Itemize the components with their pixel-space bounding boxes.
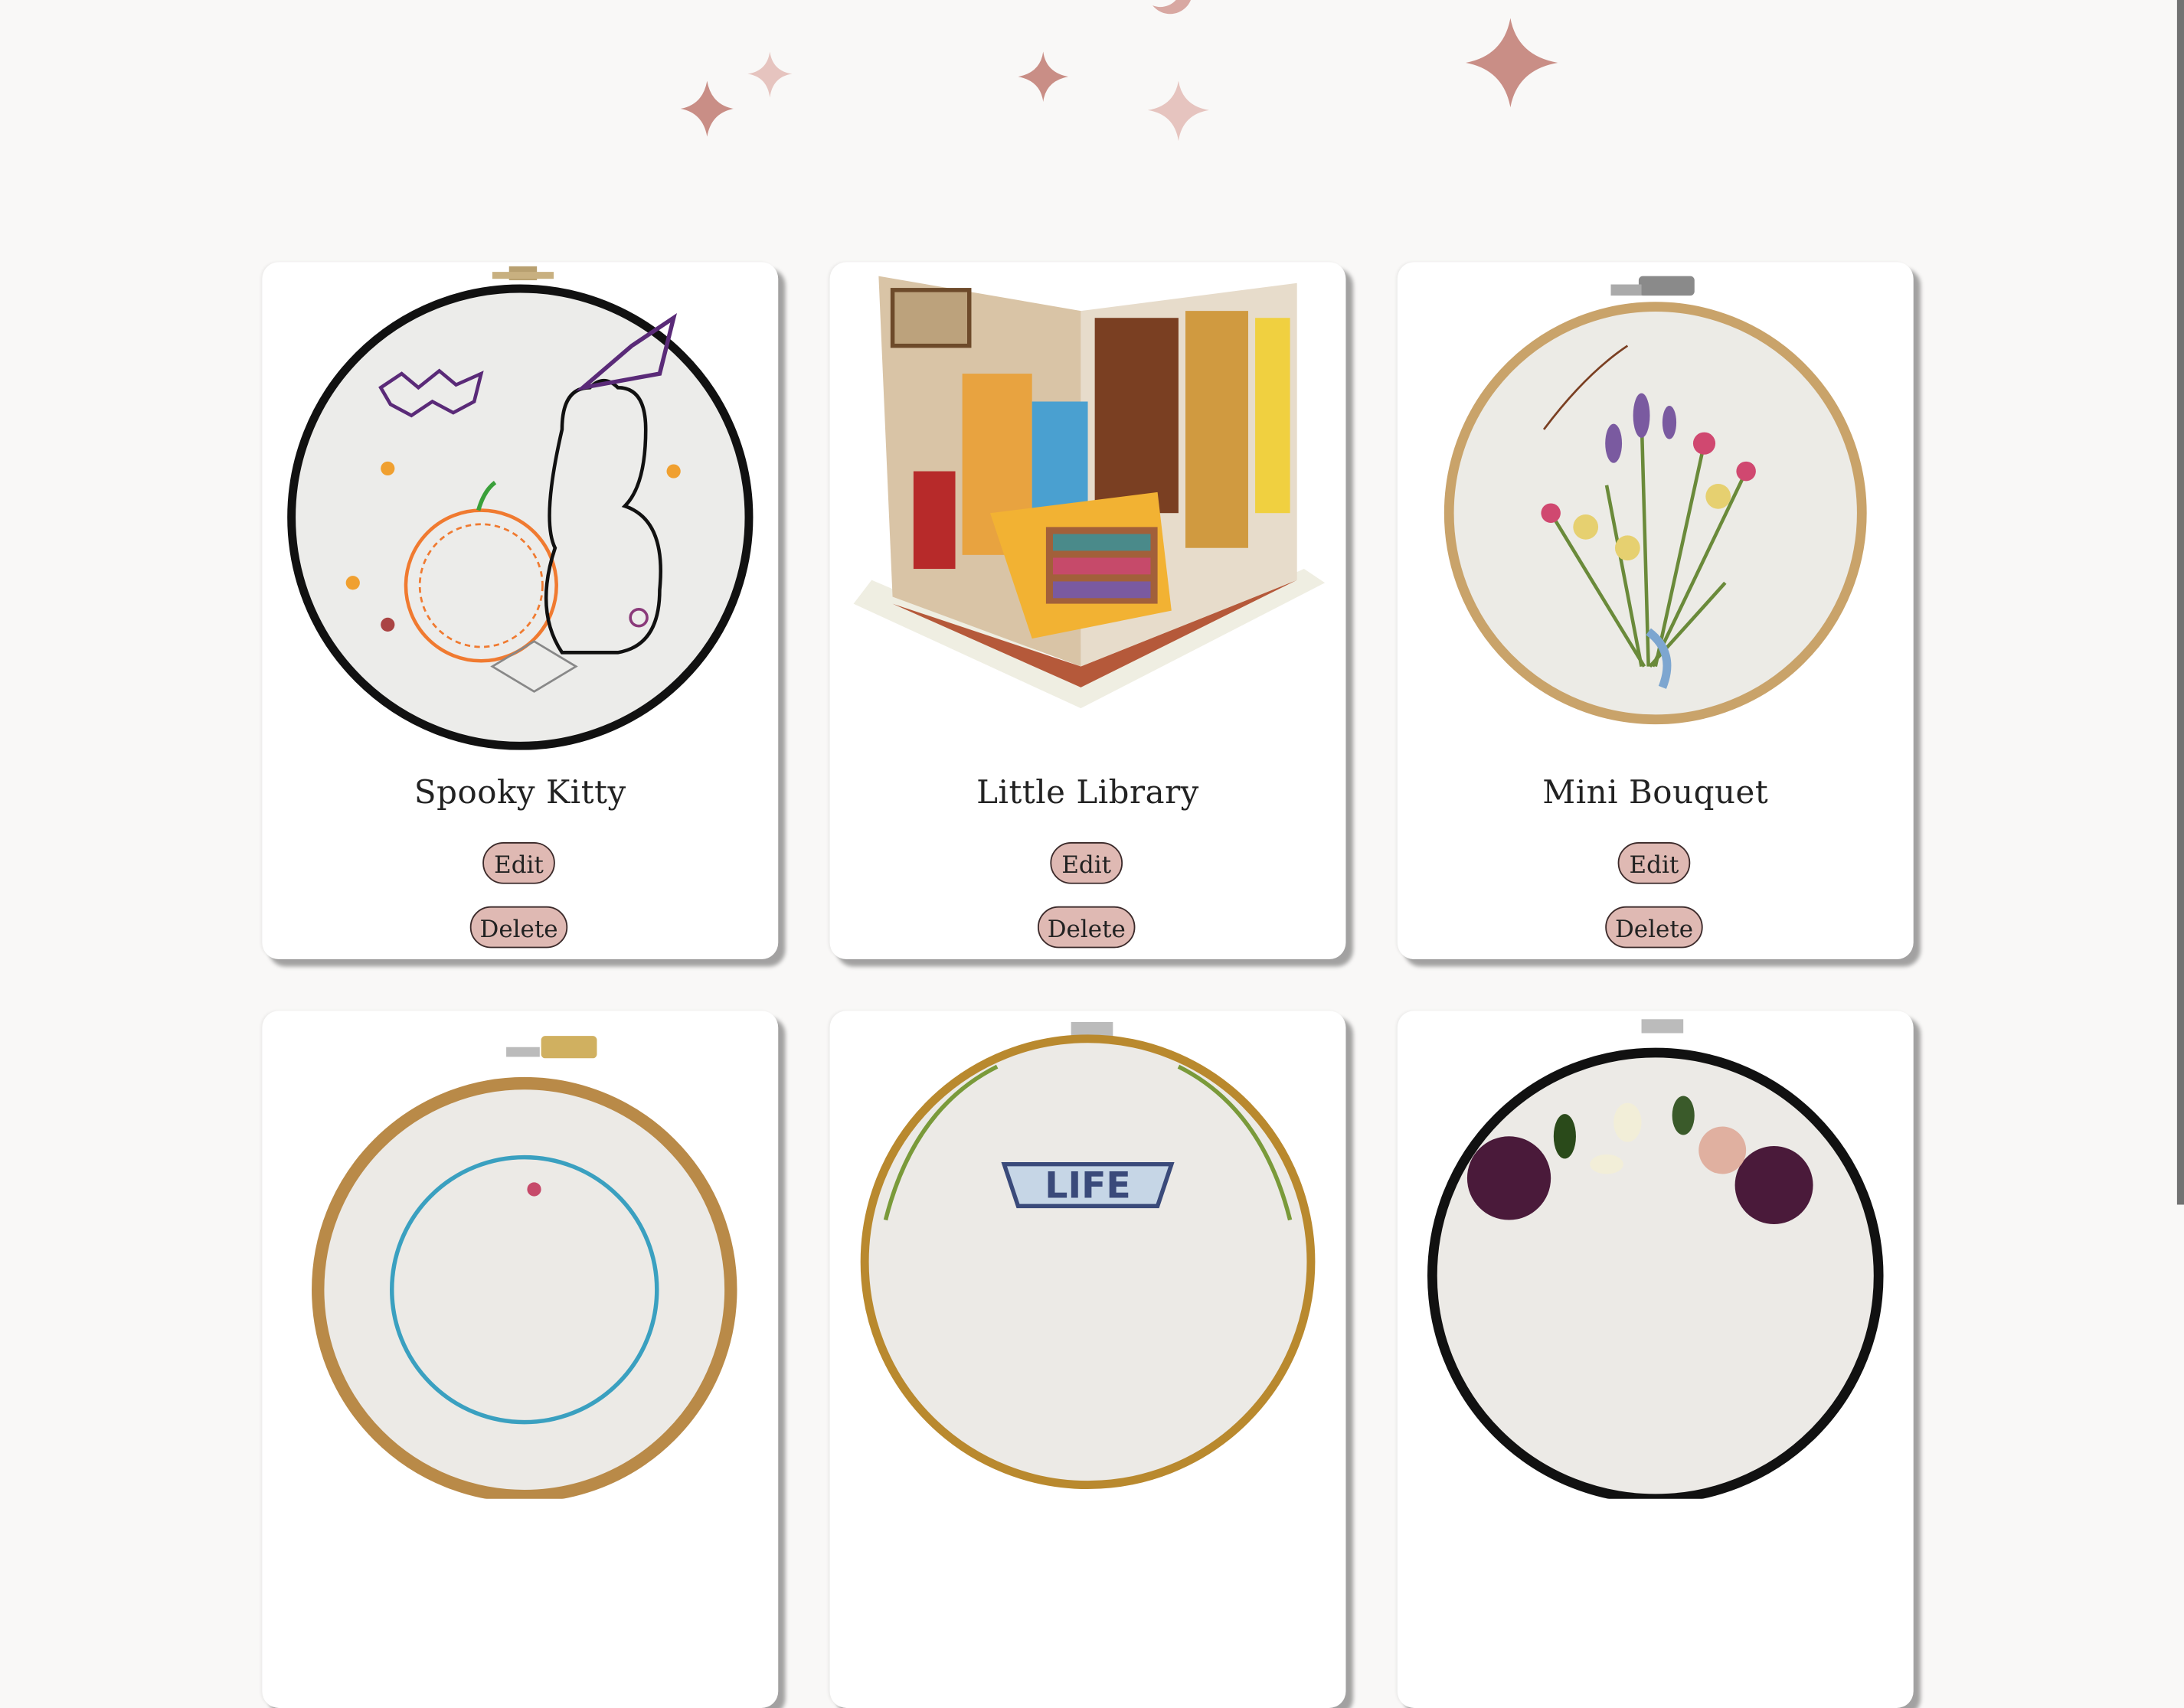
project-card xyxy=(1397,1011,1914,1708)
sparkle-icon xyxy=(747,51,793,98)
delete-button[interactable]: Delete xyxy=(469,906,568,949)
sparkle-icon xyxy=(1147,80,1209,141)
little-library-image xyxy=(853,276,1326,709)
project-card: Mini Bouquet Edit Delete xyxy=(1397,262,1914,959)
sparkle-icon xyxy=(1018,51,1069,102)
project-card: LIFE xyxy=(829,1011,1346,1708)
card-title: Little Library xyxy=(976,775,1199,812)
dark-flowers-hoop-image xyxy=(1427,1019,1884,1499)
sparkle-icon xyxy=(1466,18,1558,108)
sparkle-icon xyxy=(680,80,734,137)
moon-icon xyxy=(1144,0,1191,15)
page-scaler: Spooky Kitty Edit Delete Little Library … xyxy=(0,0,2184,1708)
delete-button[interactable]: Delete xyxy=(1605,906,1703,949)
page: Spooky Kitty Edit Delete Little Library … xyxy=(0,0,2184,1708)
window-edge xyxy=(2176,0,2184,1205)
mini-bouquet-image xyxy=(1443,276,1867,725)
edit-button[interactable]: Edit xyxy=(1617,842,1691,884)
life-art-text: LIFE xyxy=(1045,1164,1130,1207)
edit-button[interactable]: Edit xyxy=(1050,842,1123,884)
project-card: Little Library Edit Delete xyxy=(829,262,1346,959)
delete-button[interactable]: Delete xyxy=(1037,906,1136,949)
card-title: Spooky Kitty xyxy=(414,775,626,812)
card-title: Mini Bouquet xyxy=(1542,775,1769,812)
header-decoration xyxy=(680,0,1558,141)
project-card xyxy=(262,1011,779,1708)
cross-stitch-hoop-image xyxy=(312,1036,737,1499)
edit-button[interactable]: Edit xyxy=(482,842,555,884)
spooky-kitty-image xyxy=(287,266,754,750)
project-card: Spooky Kitty Edit Delete xyxy=(262,262,779,959)
life-hoop-image: LIFE xyxy=(860,1021,1316,1490)
